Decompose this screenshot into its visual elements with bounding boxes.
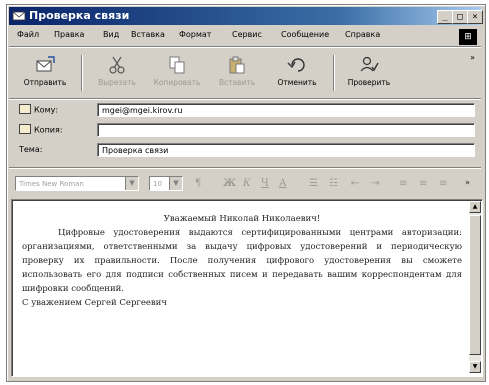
increase-indent-icon[interactable]: ⇥ [371,178,379,189]
font-color-icon[interactable]: А [279,178,287,189]
cc-label[interactable]: Копия: [19,124,63,135]
paste-icon [229,56,245,74]
bulleted-list-icon[interactable]: ☷ [329,178,338,189]
format-overflow-icon[interactable]: » [465,178,470,187]
send-label: Отправить [23,78,67,87]
check-names-label: Проверить [347,78,391,87]
scissors-icon [109,56,125,74]
dropdown-arrow-icon[interactable]: ▼ [169,177,182,190]
check-names-icon [360,56,379,72]
font-size-select[interactable]: 10 ▼ [149,176,183,191]
menu-message[interactable]: Сообщение [281,30,329,39]
subject-row: Тема: Проверка связи [15,142,479,160]
align-center-icon[interactable]: ≡ [419,178,427,189]
message-greeting: Уважаемый Николай Николаевич! [163,214,321,224]
toolbar-separator [81,55,83,91]
paste-label: Вставить [218,78,256,87]
minimize-button[interactable]: _ [437,10,453,24]
dropdown-arrow-icon[interactable]: ▼ [125,177,138,190]
copy-icon [169,56,185,74]
scroll-thumb[interactable] [469,215,481,355]
header-divider [9,167,481,169]
to-row: Кому: mgei@mgei.kirov.ru [15,102,479,120]
copy-label: Копировать [153,78,201,87]
align-right-icon[interactable]: ≡ [439,178,447,189]
underline-icon[interactable]: Ч [261,178,269,189]
cut-button[interactable]: Вырезать [85,53,149,95]
toolbar-divider [9,98,481,100]
message-window: Проверка связи _ □ × Файл Правка Вид Вст… [6,4,486,382]
menu-insert[interactable]: Вставка [131,30,165,39]
bold-icon[interactable]: Ж [223,178,236,189]
window-title: Проверка связи [29,9,130,22]
paste-button[interactable]: Вставить [205,53,269,95]
address-book-icon [19,104,31,114]
address-book-icon [19,124,31,134]
message-signature: С уважением Сергей Сергеевич [22,298,167,308]
copy-button[interactable]: Копировать [145,53,209,95]
numbered-list-icon[interactable]: ☰ [309,178,318,189]
check-names-button[interactable]: Проверить [337,53,401,95]
format-toolbar: Times New Roman ▼ 10 ▼ ¶ Ж К Ч А ☰ ☷ ⇤ ⇥… [9,173,481,195]
message-body[interactable]: Уважаемый Николай Николаевич! Цифровые у… [11,199,483,377]
vertical-scrollbar[interactable]: ▲ ▼ [469,201,481,373]
font-size-value: 10 [153,180,162,188]
paragraph-style-icon[interactable]: ¶ [195,178,201,189]
font-value: Times New Roman [19,180,84,188]
toolbar-overflow-icon[interactable]: » [470,53,475,62]
subject-field[interactable]: Проверка связи [97,143,475,157]
menu-edit[interactable]: Правка [54,30,84,39]
toolbar-separator [333,55,335,91]
windows-logo-icon: ⊞ [459,29,477,45]
message-text: Уважаемый Николай Николаевич! Цифровые у… [22,212,462,310]
to-field[interactable]: mgei@mgei.kirov.ru [97,103,475,117]
italic-icon[interactable]: К [243,178,251,189]
message-paragraph: Цифровые удостоверения выдаются сертифиц… [22,228,462,294]
undo-label: Отменить [277,78,317,87]
undo-icon [287,58,305,72]
envelope-icon [12,11,26,21]
align-left-icon[interactable]: ≡ [399,178,407,189]
menu-divider [9,46,481,48]
menu-bar: Файл Правка Вид Вставка Формат Сервис Со… [9,27,481,45]
subject-label: Тема: [19,145,43,154]
close-button[interactable]: × [467,10,483,24]
scroll-down-icon[interactable]: ▼ [469,361,481,373]
maximize-button[interactable]: □ [452,10,468,24]
decrease-indent-icon[interactable]: ⇤ [351,178,359,189]
menu-tools[interactable]: Сервис [232,30,262,39]
scroll-up-icon[interactable]: ▲ [469,201,481,213]
menu-file[interactable]: Файл [17,30,39,39]
font-select[interactable]: Times New Roman ▼ [15,176,139,191]
main-toolbar: Отправить Вырезать Копировать Вставить О… [9,49,481,97]
cc-field[interactable] [97,123,475,137]
cc-row: Копия: [15,122,479,140]
undo-button[interactable]: Отменить [265,53,329,95]
send-button[interactable]: Отправить [13,53,77,95]
menu-format[interactable]: Формат [179,30,211,39]
to-label[interactable]: Кому: [19,104,58,115]
menu-help[interactable]: Справка [345,30,380,39]
menu-view[interactable]: Вид [103,30,119,39]
title-bar[interactable]: Проверка связи _ □ × [9,7,483,25]
cut-label: Вырезать [98,78,136,87]
send-icon [36,56,55,72]
